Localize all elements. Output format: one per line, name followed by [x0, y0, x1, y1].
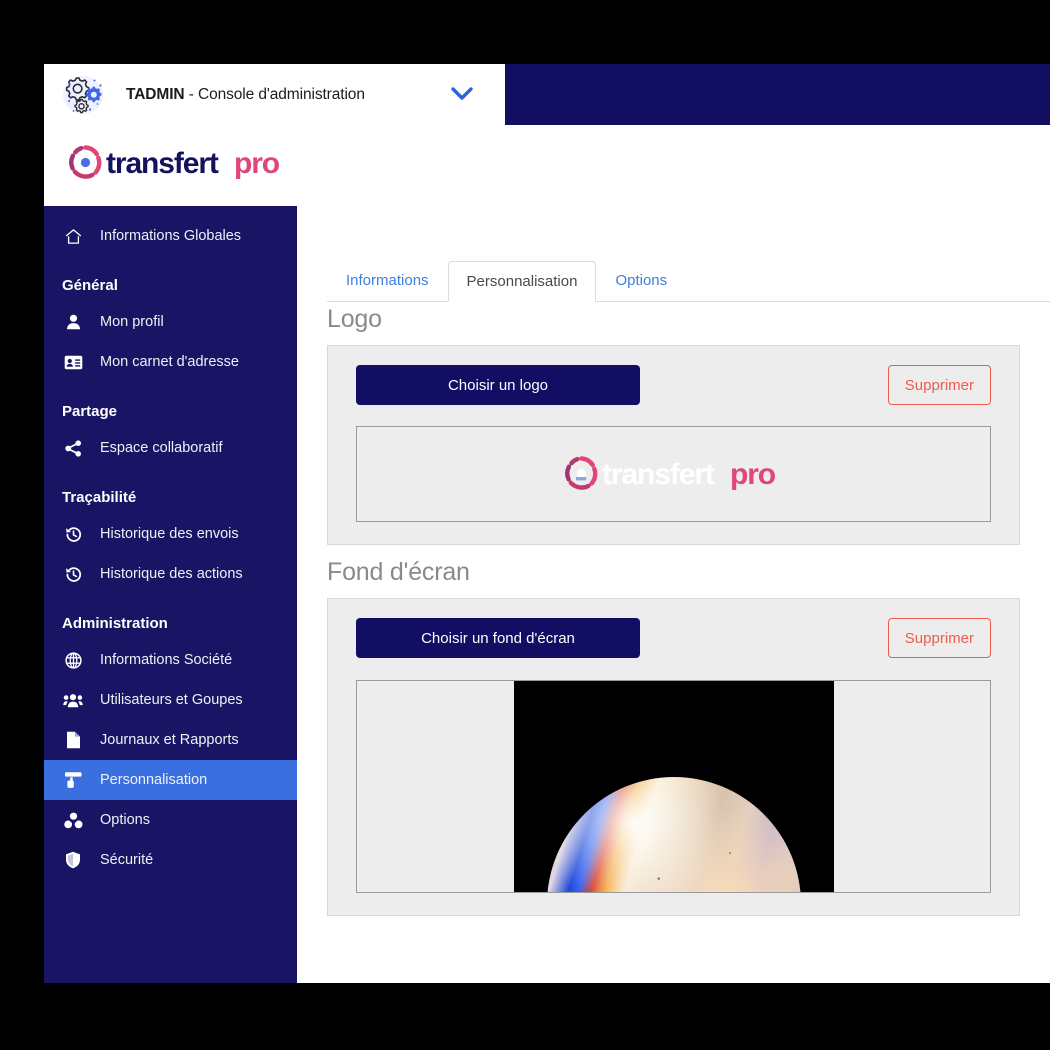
logo-section: Logo Choisir un logo Supprimer transfert…: [297, 305, 1050, 545]
globe-icon: [62, 651, 84, 669]
tab-options[interactable]: Options: [596, 260, 686, 301]
svg-text:transfert: transfert: [602, 458, 715, 491]
sidebar-item-label: Personnalisation: [100, 771, 208, 788]
console-title-suffix: - Console d'administration: [184, 85, 365, 103]
wallpaper-section: Fond d'écran Choisir un fond d'écran Sup…: [297, 558, 1050, 916]
sidebar-item-label: Historique des envois: [100, 525, 239, 542]
delete-logo-button[interactable]: Supprimer: [887, 365, 991, 405]
history-icon: [62, 566, 84, 583]
tab-label: Options: [615, 272, 668, 289]
sidebar-item-label: Utilisateurs et Goupes: [100, 691, 243, 708]
wallpaper-preview-image: [513, 681, 834, 892]
transfertpro-mark-icon: [564, 456, 597, 490]
sidebar-item-options[interactable]: Options: [44, 800, 297, 840]
transfertpro-mark-icon: [69, 145, 102, 179]
console-title: TADMIN - Console d'administration: [126, 86, 365, 104]
sidebar-item-label: Mon carnet d'adresse: [100, 353, 239, 370]
console-title-prefix: TADMIN: [126, 85, 185, 103]
iridescent-bubble-sphere: [546, 777, 801, 892]
tab-informations[interactable]: Informations: [327, 260, 448, 301]
top-bar: TADMIN - Console d'administration: [44, 64, 1050, 125]
sidebar-item-label: Mon profil: [100, 313, 164, 330]
sidebar-group-partage: Partage: [62, 402, 118, 420]
svg-text:pro: pro: [234, 147, 280, 180]
logo-preview-box: transfert pro: [356, 426, 991, 522]
sidebar-item-personnalisation[interactable]: Personnalisation: [44, 760, 297, 800]
gears-icon: [60, 73, 106, 117]
sidebar-item-label: Options: [100, 811, 150, 828]
sidebar-item-label: Espace collaboratif: [100, 439, 223, 456]
address-card-icon: [62, 355, 84, 370]
wallpaper-section-title: Fond d'écran: [327, 558, 470, 586]
sidebar-item-label: Sécurité: [100, 851, 154, 868]
sidebar-item-informations-globales[interactable]: Informations Globales: [44, 216, 297, 256]
sidebar-item-mon-profil[interactable]: Mon profil: [44, 302, 297, 342]
history-icon: [62, 526, 84, 543]
document-icon: [62, 731, 84, 749]
cubes-icon: [62, 812, 84, 829]
user-icon: [62, 314, 84, 330]
wallpaper-preview-box: [356, 680, 991, 893]
top-bar-panel: TADMIN - Console d'administration: [44, 64, 505, 125]
brand-row: transfert pro: [44, 125, 1050, 206]
sidebar-item-securite[interactable]: Sécurité: [44, 840, 297, 880]
sidebar-item-label: Historique des actions: [100, 565, 243, 582]
choose-logo-button[interactable]: Choisir un logo: [356, 365, 640, 405]
sidebar-group-general: Général: [62, 276, 118, 294]
logo-panel: Choisir un logo Supprimer transfert pro: [327, 345, 1020, 545]
users-icon: [62, 693, 84, 708]
logo-preview-image: transfert pro: [564, 456, 776, 491]
sidebar-group-administration: Administration: [62, 614, 168, 632]
share-icon: [62, 439, 84, 457]
sidebar-item-journaux-et-rapports[interactable]: Journaux et Rapports: [44, 720, 297, 760]
sidebar-item-mon-carnet-adresse[interactable]: Mon carnet d'adresse: [44, 342, 297, 382]
sidebar: Informations Globales Général Mon profil…: [44, 206, 297, 983]
svg-text:transfert: transfert: [106, 147, 219, 180]
sidebar-item-label: Informations Globales: [100, 227, 242, 244]
logo-section-title: Logo: [327, 305, 382, 333]
tab-bar: Informations Personnalisation Options: [297, 206, 1050, 302]
choose-wallpaper-button[interactable]: Choisir un fond d'écran: [356, 618, 640, 658]
sidebar-item-informations-societe[interactable]: Informations Société: [44, 640, 297, 680]
home-icon: [62, 228, 84, 245]
transfertpro-logo: transfert pro: [62, 141, 294, 185]
sidebar-item-historique-des-envois[interactable]: Historique des envois: [44, 514, 297, 554]
delete-wallpaper-button[interactable]: Supprimer: [887, 618, 991, 658]
sidebar-item-label: Informations Société: [100, 651, 233, 668]
admin-console-window: TADMIN - Console d'administration transf…: [44, 64, 1050, 983]
sidebar-item-espace-collaboratif[interactable]: Espace collaboratif: [44, 428, 297, 468]
sidebar-item-utilisateurs-et-groupes[interactable]: Utilisateurs et Goupes: [44, 680, 297, 720]
main-content: Informations Personnalisation Options Lo…: [297, 206, 1050, 983]
sidebar-item-label: Journaux et Rapports: [100, 731, 239, 748]
tab-personnalisation[interactable]: Personnalisation: [447, 261, 597, 302]
paint-roller-icon: [62, 771, 84, 789]
chevron-down-icon[interactable]: [449, 83, 475, 105]
sidebar-group-tracabilite: Traçabilité: [62, 488, 137, 506]
tab-label: Informations: [346, 272, 429, 289]
shield-icon: [62, 851, 84, 869]
tab-label: Personnalisation: [466, 273, 578, 290]
sidebar-item-historique-des-actions[interactable]: Historique des actions: [44, 554, 297, 594]
wallpaper-panel: Choisir un fond d'écran Supprimer: [327, 598, 1020, 916]
svg-text:pro: pro: [730, 458, 776, 491]
